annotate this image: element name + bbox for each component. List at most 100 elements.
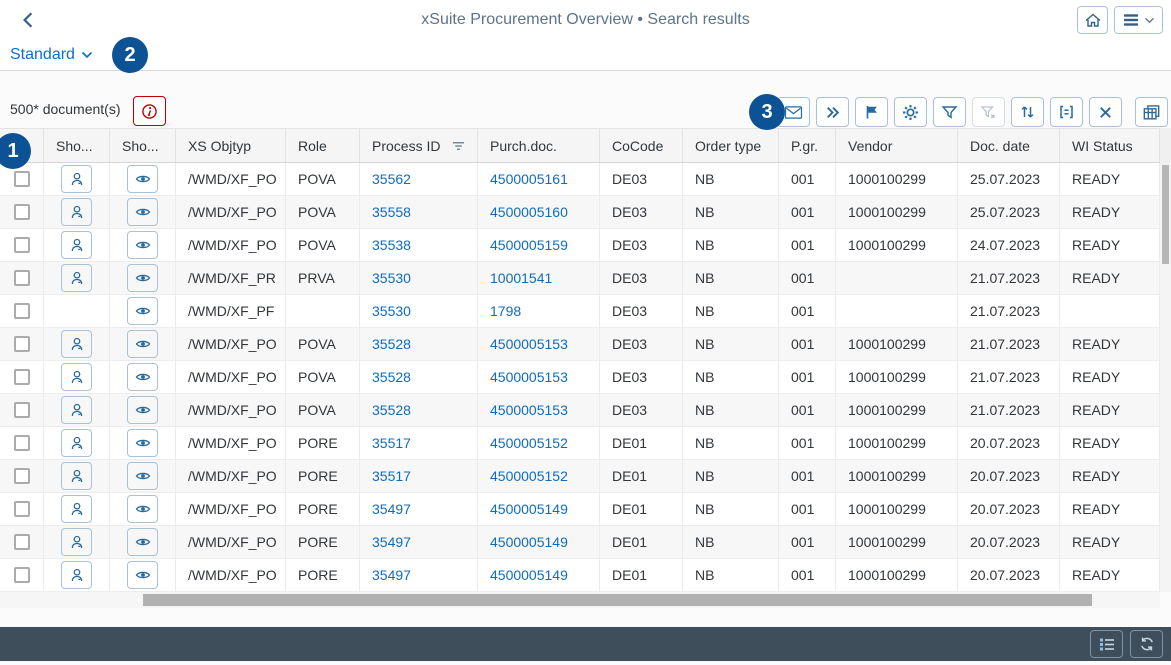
- row-checkbox[interactable]: [14, 237, 30, 253]
- display-list-button[interactable]: [1090, 630, 1123, 658]
- show-user-button[interactable]: [61, 396, 92, 424]
- show-document-button[interactable]: [127, 198, 158, 226]
- variant-selector[interactable]: Standard: [10, 46, 93, 64]
- show-user-button[interactable]: [61, 330, 92, 358]
- row-checkbox[interactable]: [14, 303, 30, 319]
- show-user-cell: [44, 427, 110, 459]
- header-cocode[interactable]: CoCode: [600, 129, 683, 162]
- row-checkbox[interactable]: [14, 567, 30, 583]
- show-document-button[interactable]: [127, 363, 158, 391]
- show-document-button[interactable]: [127, 297, 158, 325]
- process-id-link[interactable]: 35497: [372, 534, 411, 550]
- header-vendor[interactable]: Vendor: [836, 129, 958, 162]
- purch-doc-link[interactable]: 4500005153: [490, 402, 568, 418]
- forward-button[interactable]: [816, 97, 849, 127]
- display-settings-button[interactable]: [1050, 97, 1083, 127]
- purch-doc-link[interactable]: 4500005149: [490, 567, 568, 583]
- purch-doc-link[interactable]: 4500005152: [490, 435, 568, 451]
- process-id-link[interactable]: 35538: [372, 237, 411, 253]
- show-user-button[interactable]: [61, 528, 92, 556]
- info-button[interactable]: [133, 96, 166, 126]
- vertical-scrollbar-thumb[interactable]: [1162, 165, 1169, 264]
- show-user-button[interactable]: [61, 363, 92, 391]
- process-id-link[interactable]: 35517: [372, 435, 411, 451]
- show-document-button[interactable]: [127, 396, 158, 424]
- process-id-link[interactable]: 35530: [372, 303, 411, 319]
- cell-cocode: DE03: [600, 394, 683, 426]
- process-id-link[interactable]: 35497: [372, 567, 411, 583]
- close-button[interactable]: [1089, 97, 1122, 127]
- process-id-link[interactable]: 35562: [372, 171, 411, 187]
- process-id-link[interactable]: 35528: [372, 402, 411, 418]
- purch-doc-link[interactable]: 4500005153: [490, 369, 568, 385]
- row-checkbox[interactable]: [14, 270, 30, 286]
- header-pgr[interactable]: P.gr.: [779, 129, 836, 162]
- row-checkbox[interactable]: [14, 171, 30, 187]
- purch-doc-link[interactable]: 4500005152: [490, 468, 568, 484]
- purch-doc-link[interactable]: 1798: [490, 303, 521, 319]
- purch-doc-link[interactable]: 10001541: [490, 270, 552, 286]
- show-user-button[interactable]: [61, 198, 92, 226]
- purch-doc-link[interactable]: 4500005149: [490, 534, 568, 550]
- settings-button[interactable]: [894, 97, 927, 127]
- header-show-document[interactable]: Sho...: [110, 129, 176, 162]
- show-document-button[interactable]: [127, 561, 158, 589]
- row-checkbox[interactable]: [14, 468, 30, 484]
- process-id-link[interactable]: 35497: [372, 501, 411, 517]
- show-document-button[interactable]: [127, 528, 158, 556]
- show-user-button[interactable]: [61, 231, 92, 259]
- header-order-type[interactable]: Order type: [683, 129, 779, 162]
- show-document-button[interactable]: [127, 165, 158, 193]
- horizontal-scrollbar[interactable]: [0, 592, 1160, 608]
- flag-button[interactable]: [855, 97, 888, 127]
- process-id-link[interactable]: 35528: [372, 369, 411, 385]
- row-checkbox[interactable]: [14, 501, 30, 517]
- purch-doc-link[interactable]: 4500005160: [490, 204, 568, 220]
- show-user-button[interactable]: [61, 561, 92, 589]
- header-purch-doc[interactable]: Purch.doc.: [478, 129, 600, 162]
- show-document-button[interactable]: [127, 231, 158, 259]
- show-user-button[interactable]: [61, 165, 92, 193]
- clear-filter-button[interactable]: [972, 97, 1005, 127]
- refresh-button[interactable]: [1130, 630, 1163, 658]
- purch-doc-link[interactable]: 4500005153: [490, 336, 568, 352]
- header-show-user[interactable]: Sho...: [44, 129, 110, 162]
- row-checkbox[interactable]: [14, 204, 30, 220]
- horizontal-scrollbar-thumb[interactable]: [143, 594, 1092, 606]
- process-id-link[interactable]: 35528: [372, 336, 411, 352]
- process-id-link[interactable]: 35558: [372, 204, 411, 220]
- row-checkbox[interactable]: [14, 402, 30, 418]
- back-button[interactable]: [16, 8, 40, 32]
- purch-doc-link[interactable]: 4500005159: [490, 237, 568, 253]
- header-wi-status[interactable]: WI Status: [1060, 129, 1160, 162]
- row-checkbox[interactable]: [14, 336, 30, 352]
- header-process-id[interactable]: Process ID: [360, 129, 478, 162]
- show-user-button[interactable]: [61, 495, 92, 523]
- header-xs-objtyp[interactable]: XS Objtyp: [176, 129, 286, 162]
- row-checkbox[interactable]: [14, 369, 30, 385]
- process-id-link[interactable]: 35517: [372, 468, 411, 484]
- purch-doc-link[interactable]: 4500005161: [490, 171, 568, 187]
- show-document-button[interactable]: [127, 429, 158, 457]
- filter-button[interactable]: [933, 97, 966, 127]
- show-document-button[interactable]: [127, 264, 158, 292]
- home-button[interactable]: [1077, 6, 1108, 34]
- row-checkbox[interactable]: [14, 534, 30, 550]
- export-button[interactable]: [1135, 97, 1168, 127]
- show-user-button[interactable]: [61, 429, 92, 457]
- show-document-button[interactable]: [127, 330, 158, 358]
- purch-doc-link[interactable]: 4500005149: [490, 501, 568, 517]
- table-row: /WMD/XF_PO PORE 35497 4500005149 DE01 NB…: [0, 559, 1171, 592]
- process-id-link[interactable]: 35530: [372, 270, 411, 286]
- header-role[interactable]: Role: [286, 129, 360, 162]
- sort-button[interactable]: [1011, 97, 1044, 127]
- show-document-button[interactable]: [127, 495, 158, 523]
- row-checkbox[interactable]: [14, 435, 30, 451]
- show-user-button[interactable]: [61, 264, 92, 292]
- menu-button[interactable]: [1114, 6, 1163, 34]
- show-document-cell: [110, 328, 176, 360]
- show-document-button[interactable]: [127, 462, 158, 490]
- header-doc-date[interactable]: Doc. date: [958, 129, 1060, 162]
- vertical-scrollbar[interactable]: [1160, 163, 1171, 592]
- show-user-button[interactable]: [61, 462, 92, 490]
